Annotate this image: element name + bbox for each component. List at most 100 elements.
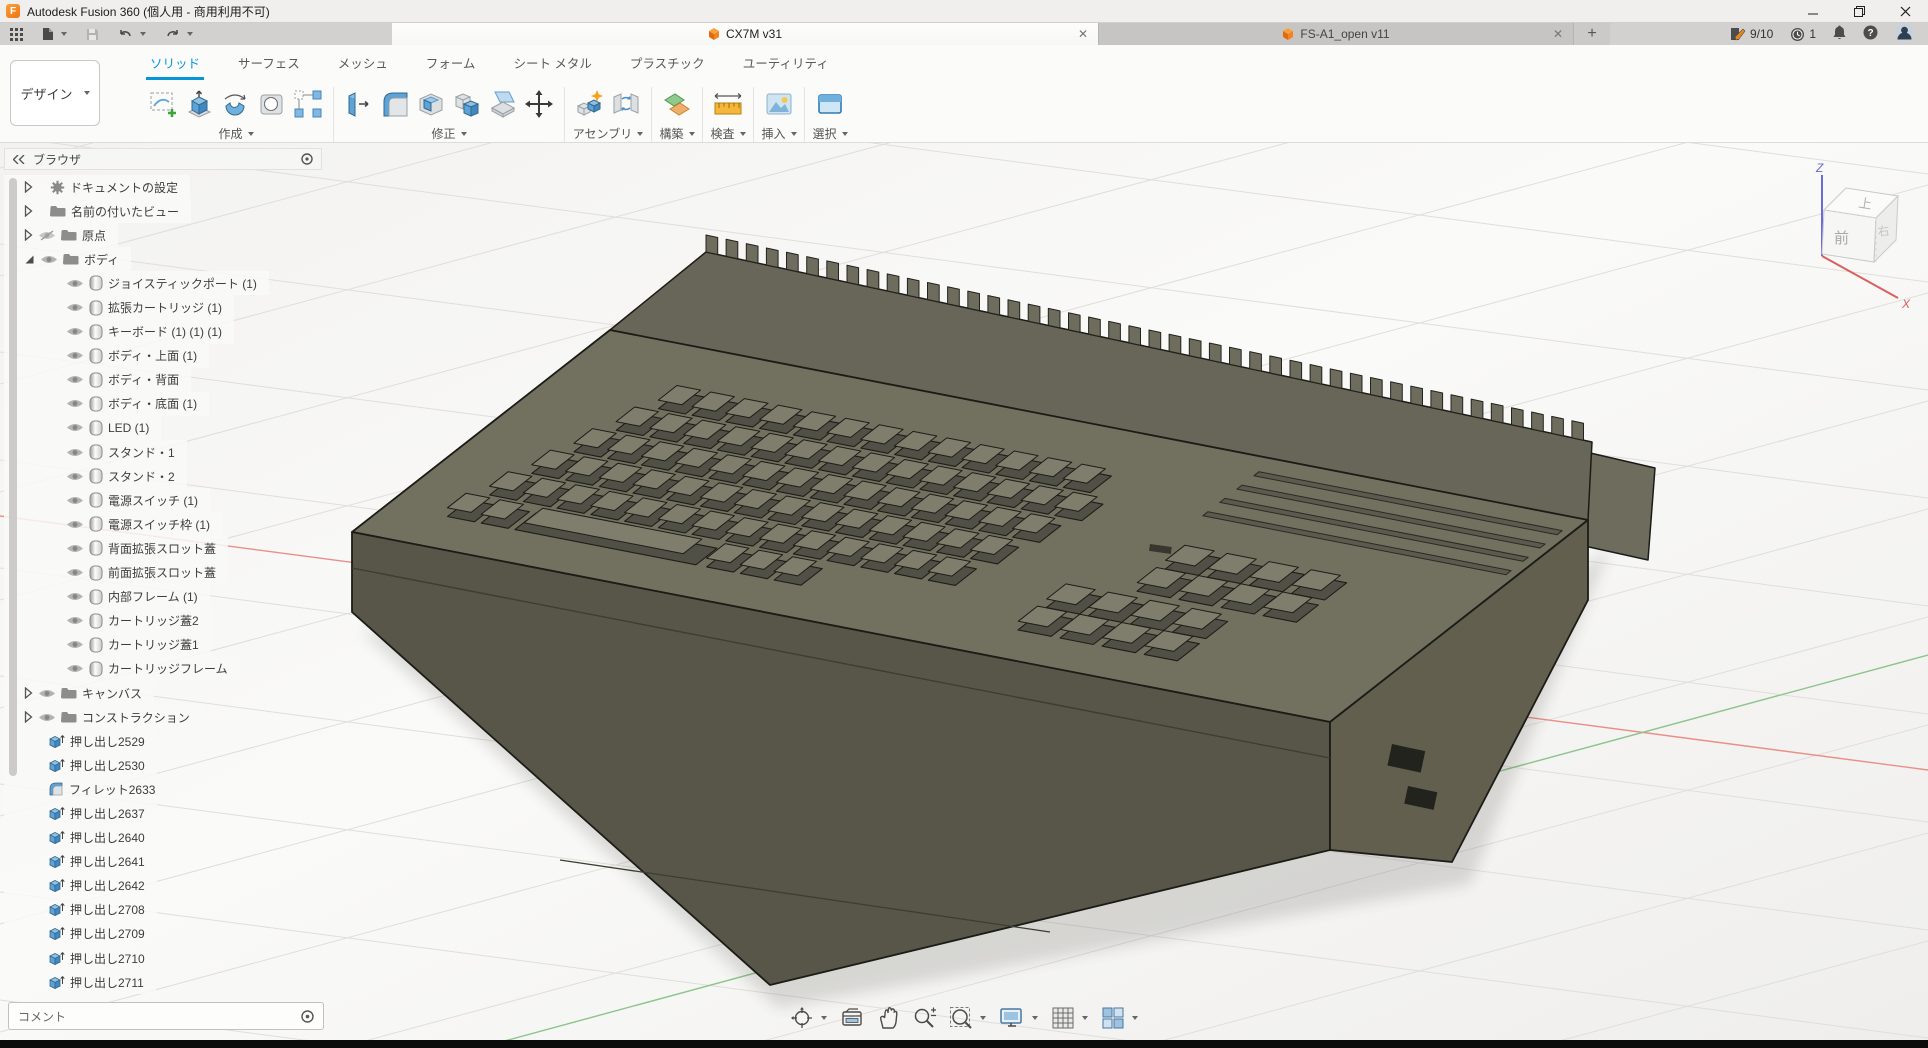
app-grid-menu-icon[interactable] bbox=[10, 28, 23, 41]
browser-item[interactable]: ボディ・上面 (1) bbox=[4, 344, 209, 368]
browser-item[interactable]: ボディ・背面 bbox=[4, 368, 191, 392]
expand-arrow-icon[interactable] bbox=[24, 181, 33, 193]
visibility-icon[interactable] bbox=[38, 688, 56, 699]
tab-close-icon[interactable]: ✕ bbox=[1078, 28, 1088, 40]
ribbon-tab-utility[interactable]: ユーティリティ bbox=[739, 52, 833, 80]
browser-item[interactable]: LED (1) bbox=[4, 416, 161, 440]
construction-plane-button[interactable] bbox=[659, 85, 695, 123]
ribbon-tab-form[interactable]: フォーム bbox=[422, 52, 480, 80]
avatar[interactable] bbox=[1895, 23, 1914, 45]
browser-item[interactable]: ボディ・底面 (1) bbox=[4, 392, 209, 416]
undo-icon[interactable] bbox=[118, 28, 146, 41]
orbit-tool[interactable] bbox=[788, 1004, 829, 1032]
document-tab-cx7m[interactable]: CX7M v31 ✕ bbox=[392, 23, 1098, 45]
maximize-button[interactable] bbox=[1836, 0, 1882, 22]
new-component-button[interactable] bbox=[572, 85, 608, 123]
browser-item[interactable]: コンストラクション bbox=[4, 705, 202, 729]
browser-item[interactable]: 電源スイッチ枠 (1) bbox=[4, 512, 222, 536]
revolve-button[interactable] bbox=[218, 85, 254, 123]
save-icon[interactable] bbox=[86, 28, 99, 41]
grid-settings[interactable] bbox=[1049, 1004, 1090, 1032]
history-clock-indicator[interactable]: 1 bbox=[1790, 27, 1816, 42]
expand-arrow-icon[interactable] bbox=[24, 711, 33, 723]
expand-arrow-icon[interactable] bbox=[24, 229, 33, 241]
viewport-3d[interactable]: Z X 上 前 右 ブラウザ ドキュメントの設定名前の付いたビュー原点ボディジョ… bbox=[0, 143, 1928, 1040]
zoom-tool[interactable] bbox=[910, 1004, 938, 1032]
split-body-button[interactable] bbox=[485, 85, 521, 123]
group-label-inspect[interactable]: 検査 bbox=[710, 125, 745, 142]
browser-item[interactable]: 押し出し2640 bbox=[4, 826, 157, 850]
model-cx7m[interactable] bbox=[352, 235, 1655, 1008]
group-label-construct[interactable]: 構築 bbox=[659, 125, 694, 142]
move-copy-button[interactable] bbox=[521, 85, 557, 123]
help-icon[interactable]: ? bbox=[1863, 25, 1878, 43]
browser-item[interactable]: 押し出し2530 bbox=[4, 753, 157, 777]
combine-button[interactable] bbox=[449, 85, 485, 123]
browser-item[interactable]: 拡張カートリッジ (1) bbox=[4, 295, 234, 319]
new-document-tab-button[interactable]: + bbox=[1573, 23, 1610, 45]
ribbon-tab-sheetmetal[interactable]: シート メタル bbox=[509, 52, 595, 80]
browser-item[interactable]: 前面拡張スロット蓋 bbox=[4, 561, 228, 585]
visibility-icon[interactable] bbox=[66, 663, 84, 674]
visibility-icon[interactable] bbox=[66, 543, 84, 554]
browser-item[interactable]: スタンド・2 bbox=[4, 464, 187, 488]
browser-scrollbar[interactable] bbox=[9, 178, 17, 776]
browser-item[interactable]: ボディ bbox=[4, 247, 131, 271]
collapse-panel-icon[interactable] bbox=[13, 155, 25, 164]
group-label-modify[interactable]: 修正 bbox=[431, 125, 466, 142]
visibility-icon[interactable] bbox=[40, 254, 58, 265]
browser-item[interactable]: 原点 bbox=[4, 223, 118, 247]
visibility-icon[interactable] bbox=[66, 302, 84, 313]
expand-arrow-icon[interactable] bbox=[24, 687, 33, 699]
browser-item[interactable]: カートリッジ蓋1 bbox=[4, 633, 211, 657]
visibility-icon[interactable] bbox=[66, 519, 84, 530]
visibility-icon[interactable] bbox=[66, 591, 84, 602]
notifications-bell-icon[interactable] bbox=[1833, 25, 1846, 43]
browser-item[interactable]: ジョイスティックポート (1) bbox=[4, 271, 269, 295]
visibility-icon[interactable] bbox=[66, 374, 84, 385]
visibility-icon[interactable] bbox=[66, 447, 84, 458]
visibility-icon[interactable] bbox=[66, 422, 84, 433]
pattern-button[interactable] bbox=[290, 85, 326, 123]
browser-item[interactable]: 押し出し2709 bbox=[4, 922, 157, 946]
group-label-assemble[interactable]: アセンブリ bbox=[573, 125, 643, 142]
ribbon-tab-surface[interactable]: サーフェス bbox=[234, 52, 304, 80]
browser-item[interactable]: 押し出し2637 bbox=[4, 801, 157, 825]
measure-button[interactable] bbox=[710, 85, 746, 123]
press-pull-button[interactable] bbox=[341, 85, 377, 123]
browser-item[interactable]: 押し出し2642 bbox=[4, 874, 157, 898]
browser-item[interactable]: 押し出し2711 bbox=[4, 970, 156, 994]
browser-header[interactable]: ブラウザ bbox=[4, 148, 322, 170]
browser-item[interactable]: スタンド・1 bbox=[4, 440, 187, 464]
browser-item[interactable]: フィレット2633 bbox=[4, 777, 167, 801]
pan-tool[interactable] bbox=[875, 1004, 901, 1032]
group-label-create[interactable]: 作成 bbox=[218, 125, 253, 142]
visibility-icon[interactable] bbox=[66, 471, 84, 482]
visibility-icon[interactable] bbox=[66, 567, 84, 578]
collapse-arrow-icon[interactable] bbox=[24, 254, 35, 265]
viewports-layout[interactable] bbox=[1099, 1004, 1140, 1032]
file-menu-icon[interactable] bbox=[42, 27, 67, 41]
browser-item[interactable]: 押し出し2708 bbox=[4, 898, 157, 922]
browser-item[interactable]: 電源スイッチ (1) bbox=[4, 488, 210, 512]
tab-close-icon[interactable]: ✕ bbox=[1553, 28, 1563, 40]
visibility-icon[interactable] bbox=[38, 712, 56, 723]
comment-target-icon[interactable] bbox=[301, 1010, 314, 1023]
workspace-selector[interactable]: デザイン bbox=[10, 60, 100, 126]
browser-item[interactable]: ドキュメントの設定 bbox=[4, 175, 190, 199]
browser-item[interactable]: 背面拡張スロット蓋 bbox=[4, 536, 228, 560]
close-button[interactable] bbox=[1882, 0, 1928, 22]
panel-options-icon[interactable] bbox=[301, 153, 313, 165]
view-cube[interactable]: Z X 上 前 右 bbox=[1815, 161, 1911, 311]
group-label-insert[interactable]: 挿入 bbox=[761, 125, 796, 142]
visibility-off-icon[interactable] bbox=[38, 230, 56, 241]
minimize-button[interactable] bbox=[1790, 0, 1836, 22]
ribbon-tab-solid[interactable]: ソリッド bbox=[146, 52, 204, 80]
browser-item[interactable]: キャンバス bbox=[4, 681, 154, 705]
visibility-icon[interactable] bbox=[66, 495, 84, 506]
look-at-tool[interactable] bbox=[838, 1004, 866, 1032]
shell-button[interactable] bbox=[413, 85, 449, 123]
visibility-icon[interactable] bbox=[66, 326, 84, 337]
visibility-icon[interactable] bbox=[66, 639, 84, 650]
browser-item[interactable]: 押し出し2710 bbox=[4, 946, 157, 970]
